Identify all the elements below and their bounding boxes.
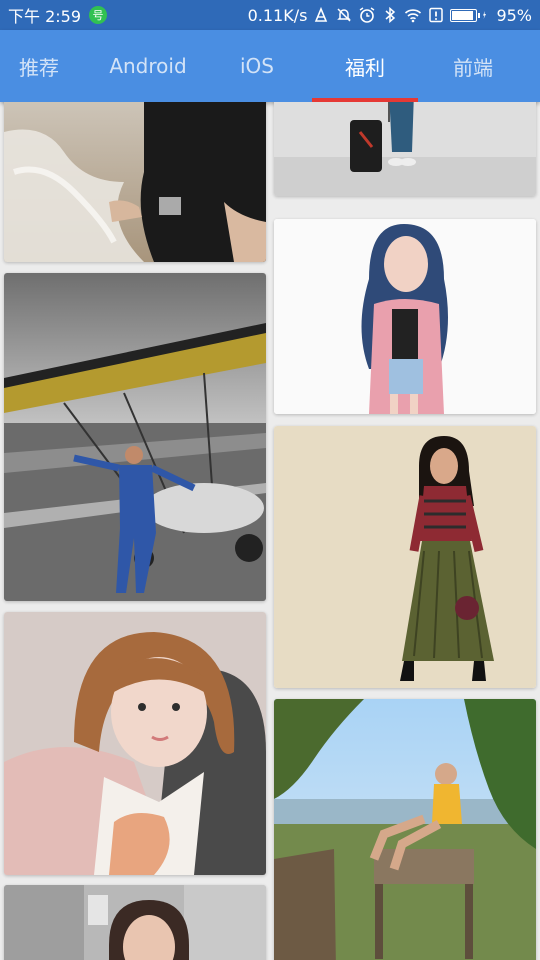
alert-icon — [429, 7, 444, 23]
bluetooth-icon — [385, 6, 396, 24]
mute-icon — [337, 8, 352, 22]
status-right: 0.11K/s 95% — [248, 0, 532, 30]
tab-frontend[interactable]: 前端 — [419, 30, 527, 102]
tab-ios[interactable]: iOS — [203, 30, 311, 102]
blue-hair-photo — [274, 219, 536, 414]
luggage-photo — [274, 102, 536, 196]
elevator-photo — [4, 885, 266, 960]
photo-grid[interactable] — [0, 102, 540, 960]
alarm-icon — [360, 7, 375, 23]
photo-card[interactable] — [274, 699, 536, 960]
wifi-icon — [405, 9, 422, 23]
pleated-skirt-photo — [274, 426, 536, 688]
beach-photo — [4, 102, 266, 262]
data-icon — [315, 6, 328, 22]
photo-card[interactable] — [4, 102, 266, 262]
battery-percent: 95% — [496, 5, 532, 25]
photo-card[interactable] — [274, 219, 536, 414]
status-time: 下午 2:59 — [8, 7, 82, 26]
tab-android[interactable]: Android — [94, 30, 202, 102]
status-bar: 下午 2:59 号 0.11K/s 95% — [0, 0, 540, 30]
charging-icon — [483, 11, 487, 19]
portrait-photo — [4, 612, 266, 875]
outdoor-chair-photo — [274, 699, 536, 960]
battery-icon — [450, 8, 481, 22]
battery-fill — [452, 10, 474, 20]
tab-welfare[interactable]: 福利 — [311, 30, 419, 102]
tab-recommend[interactable]: 推荐 — [0, 30, 93, 102]
network-speed: 0.11K/s — [247, 5, 308, 25]
photo-card[interactable] — [4, 273, 266, 601]
photo-card[interactable] — [4, 612, 266, 875]
app-notification-icon: 号 — [89, 6, 108, 24]
photo-card[interactable] — [4, 885, 266, 960]
category-tab-bar: 推荐 Android iOS 福利 前端 — [0, 30, 540, 102]
status-left: 下午 2:59 号 — [8, 0, 108, 30]
photo-card[interactable] — [274, 102, 536, 196]
photo-card[interactable] — [274, 426, 536, 688]
aircraft-photo — [4, 273, 266, 601]
